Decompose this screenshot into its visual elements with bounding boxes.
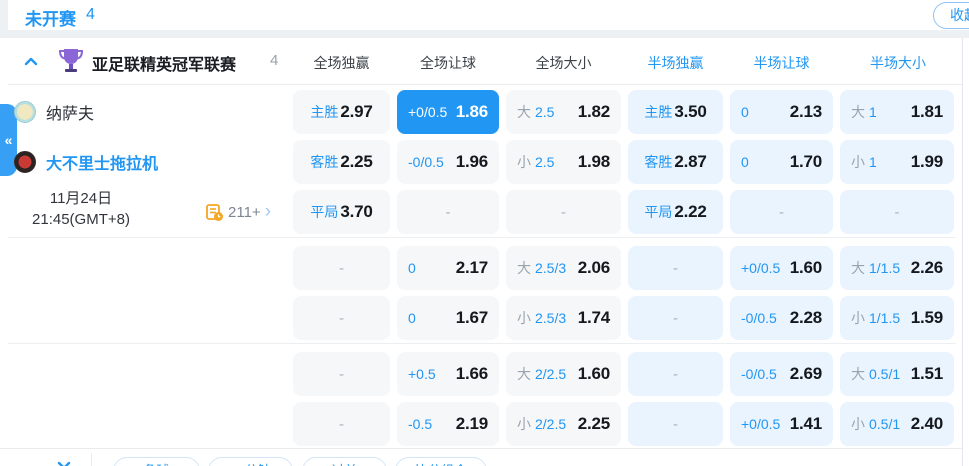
odds-cell-overunder[interactable]: 大 1 1.81 [840, 90, 954, 134]
group-divider [8, 237, 956, 238]
odds-cell-empty: - [628, 402, 723, 446]
odds-cell-handicap[interactable]: +0/0.5 1.41 [730, 402, 833, 446]
odds-cell-empty: - [293, 296, 390, 340]
panel-right-border [962, 38, 963, 466]
odds-row: - -0.5 2.19 小 2/2.5 2.25- +0/0.5 1.41 小 0.5/1 2.40 [293, 402, 954, 446]
markets-list-icon [206, 203, 223, 221]
group-divider [8, 343, 956, 344]
odds-cell-handicap[interactable]: +0.5 1.66 [397, 352, 499, 396]
odds-cell-handicap[interactable]: 0 2.17 [397, 246, 499, 290]
odds-row: -0 2.17 大 2.5/3 2.06- +0/0.5 1.60 大 1/1.5 2.26 [293, 246, 954, 290]
odds-cell-overunder[interactable]: 小 0.5/1 2.40 [840, 402, 954, 446]
odds-cell-handicap[interactable]: -0/0.5 2.28 [730, 296, 833, 340]
odds-cell-overunder[interactable]: 大 2.5 1.82 [506, 90, 621, 134]
footer-divider [91, 453, 92, 466]
odds-cell-overunder[interactable]: 大 2/2.5 1.60 [506, 352, 621, 396]
away-team-name: 大不里士拖拉机 [46, 156, 159, 173]
market-header-5: 半场让球 [753, 55, 810, 71]
away-team-badge-icon [14, 151, 36, 173]
odds-cell-handicap[interactable]: -0.5 2.19 [397, 402, 499, 446]
odds-cell-empty: - [730, 190, 833, 234]
footer-markets-strip: 角球 15分钟过关比分组合 [0, 448, 962, 466]
match-date: 11月24日 [49, 190, 113, 207]
more-markets-count: 211+ [228, 203, 261, 221]
market-header-4: 半场独赢 [647, 55, 704, 71]
match-datetime: 11月24日 21:45(GMT+8) [2, 188, 160, 230]
odds-cell-handicap[interactable]: 0 2.13 [730, 90, 833, 134]
odds-cell-result[interactable]: 平局 2.22 [628, 190, 723, 234]
status-bar: 未开赛 4 收起 [8, 0, 969, 30]
odds-cell-empty: - [840, 190, 954, 234]
odds-cell-empty: - [293, 246, 390, 290]
odds-row: 主胜 2.97 +0/0.5 1.86 大 2.5 1.82 主胜 3.50 0 2.13 大 1 1.8… [293, 90, 954, 134]
odds-group-alt-1: -0 2.17 大 2.5/3 2.06- +0/0.5 1.60 大 1/1.5 2.26-0 1… [293, 246, 954, 346]
odds-cell-overunder[interactable]: 大 1/1.5 2.26 [840, 246, 954, 290]
market-header-6: 半场大小 [870, 55, 926, 71]
odds-cell-empty: - [506, 190, 621, 234]
odds-cell-overunder[interactable]: 大 2.5/3 2.06 [506, 246, 621, 290]
odds-cell-overunder[interactable]: 小 2/2.5 2.25 [506, 402, 621, 446]
odds-cell-handicap[interactable]: 0 1.70 [730, 140, 833, 184]
chevron-right-icon: › [264, 200, 272, 222]
odds-cell-overunder[interactable]: 小 2.5 1.98 [506, 140, 621, 184]
trophy-icon [58, 49, 84, 72]
odds-cell-result[interactable]: 主胜 3.50 [628, 90, 723, 134]
odds-cell-empty: - [628, 296, 723, 340]
league-name[interactable]: 亚足联精英冠军联赛 [92, 51, 236, 75]
odds-cell-empty: - [628, 352, 723, 396]
odds-cell-result[interactable]: 客胜 2.25 [293, 140, 390, 184]
collapse-left-icon: « [4, 132, 13, 148]
odds-cell-result[interactable]: 客胜 2.87 [628, 140, 723, 184]
collapse-all-button[interactable]: 收起 [933, 2, 969, 29]
footer-market-button-2[interactable]: 15分钟 [208, 457, 293, 466]
odds-cell-result[interactable]: 主胜 2.97 [293, 90, 390, 134]
odds-group-main: 主胜 2.97 +0/0.5 1.86 大 2.5 1.82 主胜 3.50 0 2.13 大 1 1.8… [293, 90, 954, 240]
odds-cell-empty: - [293, 352, 390, 396]
odds-cell-result[interactable]: 平局 3.70 [293, 190, 390, 234]
odds-cell-handicap[interactable]: -0/0.5 1.96 [397, 140, 499, 184]
odds-row: -0 1.67 小 2.5/3 1.74- -0/0.5 2.28 小 1/1.5 1.59 [293, 296, 954, 340]
home-team-row[interactable]: 纳萨夫 [14, 90, 94, 134]
match-status-count: 4 [86, 6, 95, 23]
match-time: 21:45(GMT+8) [32, 211, 130, 228]
odds-cell-handicap[interactable]: +0/0.5 1.60 [730, 246, 833, 290]
footer-market-button-1[interactable]: 角球 [113, 457, 200, 466]
odds-cell-overunder[interactable]: 小 2.5/3 1.74 [506, 296, 621, 340]
odds-group-alt-2: - +0.5 1.66 大 2/2.5 1.60- -0/0.5 2.69 大 0.5/1 1.51… [293, 352, 954, 452]
odds-cell-overunder[interactable]: 大 0.5/1 1.51 [840, 352, 954, 396]
footer-market-button-3[interactable]: 过关 [302, 457, 387, 466]
odds-cell-handicap[interactable]: +0/0.5 1.86 [397, 90, 499, 134]
more-markets-link[interactable]: 211+ › [205, 190, 271, 234]
market-header-3: 全场大小 [535, 55, 592, 71]
league-header-row: 亚足联精英冠军联赛 4 全场独赢 全场让球 全场大小 半场独赢 半场让球 半场大小 [8, 38, 962, 85]
chevron-down-icon[interactable] [55, 457, 73, 466]
home-team-badge-icon [14, 101, 36, 123]
chevron-up-icon[interactable] [22, 53, 40, 71]
odds-cell-overunder[interactable]: 小 1 1.99 [840, 140, 954, 184]
odds-cell-empty: - [293, 402, 390, 446]
odds-row: - +0.5 1.66 大 2/2.5 1.60- -0/0.5 2.69 大 0.5/1 1.51 [293, 352, 954, 396]
odds-row: 平局 3.70- - 平局 2.22- - [293, 190, 954, 234]
league-match-count: 4 [270, 52, 279, 69]
match-status-label: 未开赛 [25, 10, 76, 29]
market-header-1: 全场独赢 [313, 55, 370, 71]
odds-row: 客胜 2.25 -0/0.5 1.96 小 2.5 1.98 客胜 2.87 0 1.70 小 1 1.9… [293, 140, 954, 184]
odds-cell-handicap[interactable]: -0/0.5 2.69 [730, 352, 833, 396]
footer-market-button-4[interactable]: 比分组合 [395, 457, 487, 466]
market-header-2: 全场让球 [420, 55, 476, 71]
odds-cell-overunder[interactable]: 小 1/1.5 1.59 [840, 296, 954, 340]
home-team-name: 纳萨夫 [46, 106, 95, 123]
odds-cell-handicap[interactable]: 0 1.67 [397, 296, 499, 340]
odds-cell-empty: - [397, 190, 499, 234]
odds-page: 未开赛 4 收起 亚足联精英冠军联赛 4 全场独赢 全场让球 全场大小 半场独赢 半场让… [0, 0, 969, 466]
away-team-row[interactable]: 大不里士拖拉机 [14, 140, 158, 184]
odds-cell-empty: - [628, 246, 723, 290]
